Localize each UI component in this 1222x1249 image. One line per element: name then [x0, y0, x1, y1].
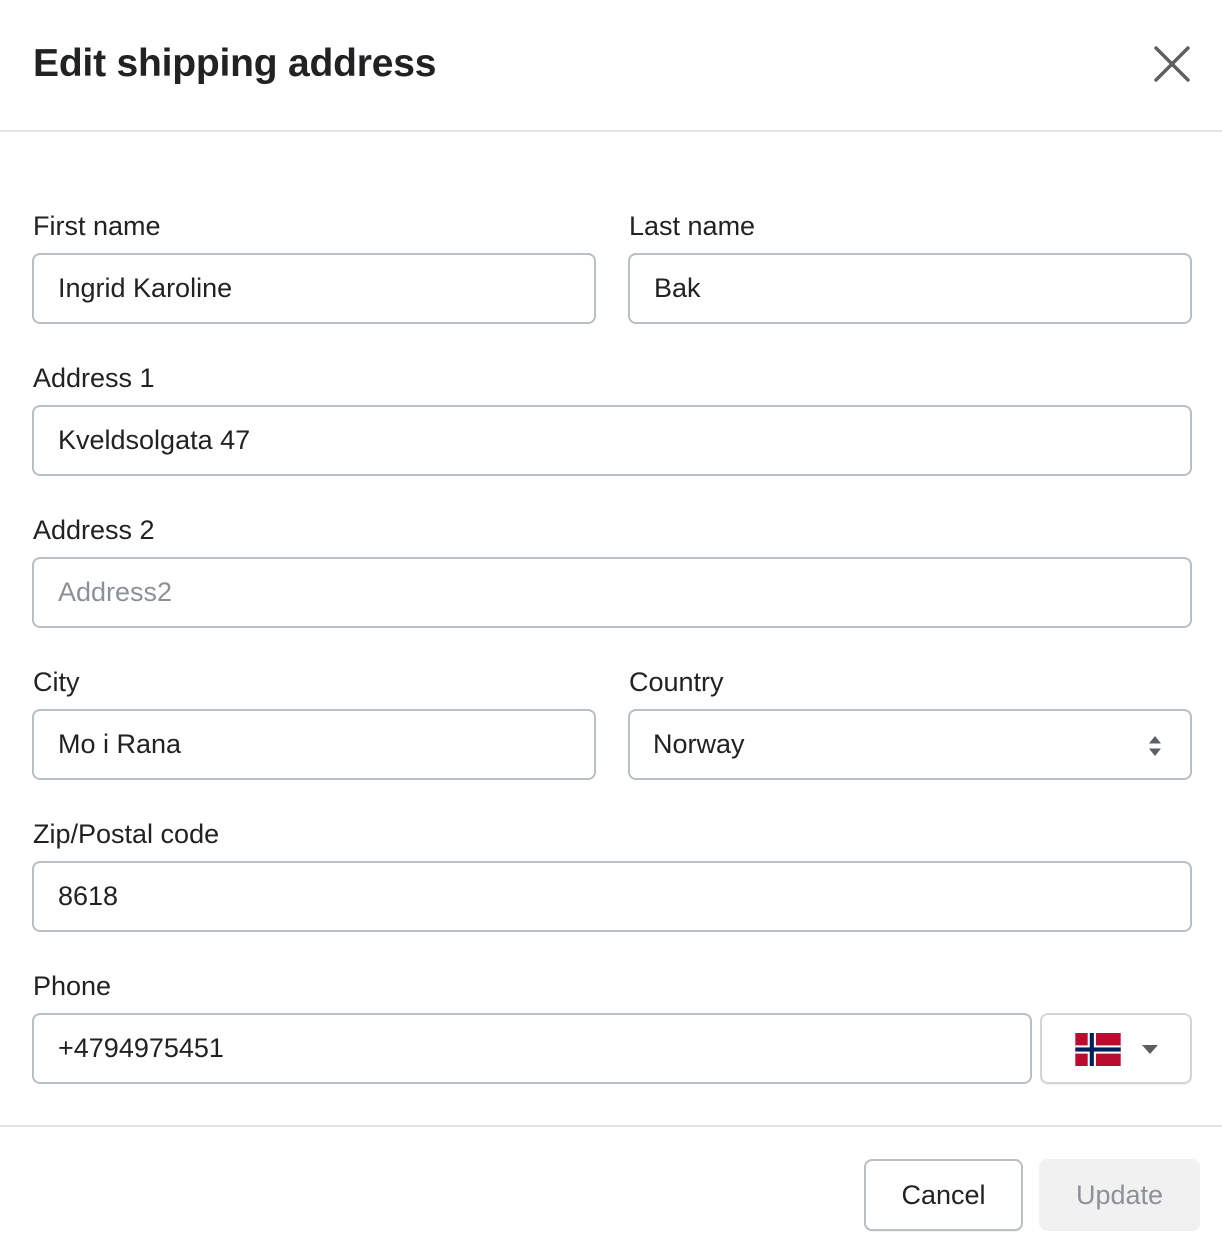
address2-label: Address 2	[33, 515, 155, 545]
footer-divider	[0, 1125, 1222, 1127]
zip-label: Zip/Postal code	[33, 819, 220, 849]
first-name-input[interactable]	[32, 253, 596, 324]
country-select[interactable]: Norway	[628, 709, 1192, 780]
phone-label: Phone	[33, 971, 112, 1001]
dialog-header: Edit shipping address	[0, 0, 1222, 132]
address1-input[interactable]	[32, 405, 1192, 476]
address2-input[interactable]	[32, 557, 1192, 628]
select-updown-icon	[1149, 736, 1161, 756]
phone-country-select[interactable]	[1040, 1013, 1192, 1084]
close-icon	[1154, 46, 1190, 82]
caret-down-icon	[1142, 1045, 1158, 1054]
norway-flag-icon	[1075, 1033, 1121, 1066]
close-button[interactable]	[1146, 38, 1198, 90]
last-name-label: Last name	[629, 211, 756, 241]
zip-input[interactable]	[32, 861, 1192, 932]
first-name-label: First name	[33, 211, 161, 241]
city-label: City	[33, 667, 80, 697]
country-label: Country	[629, 667, 724, 697]
last-name-input[interactable]	[628, 253, 1192, 324]
country-selected-value: Norway	[653, 729, 745, 759]
city-input[interactable]	[32, 709, 596, 780]
cancel-button[interactable]: Cancel	[864, 1159, 1023, 1231]
dialog-title: Edit shipping address	[33, 42, 437, 85]
edit-shipping-address-dialog: Edit shipping address First name Last na…	[0, 0, 1222, 1249]
phone-input[interactable]	[32, 1013, 1032, 1084]
address1-label: Address 1	[33, 363, 155, 393]
update-button[interactable]: Update	[1039, 1159, 1200, 1231]
